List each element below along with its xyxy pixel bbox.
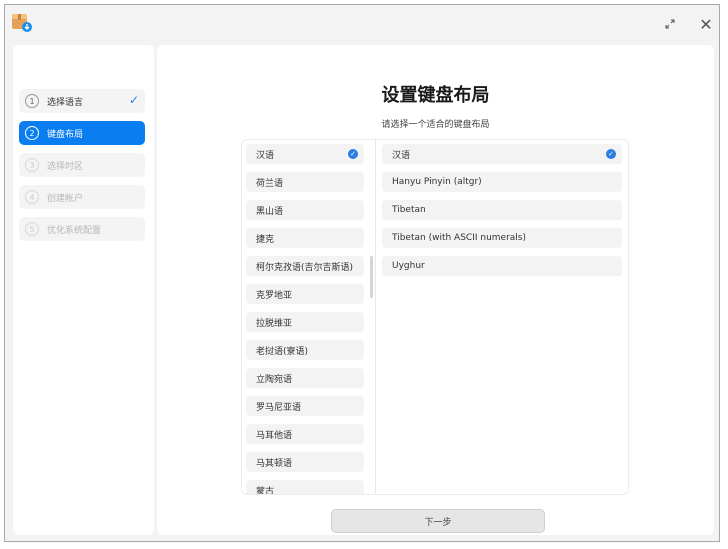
language-item[interactable]: 马耳他语 — [246, 424, 364, 444]
language-label: 捷克 — [256, 234, 275, 245]
check-icon: ✓ — [128, 93, 139, 107]
layout-label: Tibetan (with ASCII numerals) — [392, 233, 526, 243]
step-label: 优化系统配置 — [47, 225, 102, 236]
page-subtitle: 请选择一个适合的键盘布局 — [381, 120, 490, 130]
steps-sidebar: 1 选择语言 ✓ 2 键盘布局 3 选择时区 4 创建帐户 5 优化系统配置 — [13, 45, 154, 535]
step-number: 4 — [25, 190, 39, 204]
step-label: 选择语言 — [47, 97, 84, 108]
installer-window: ✕ 1 选择语言 ✓ 2 键盘布局 3 选择时区 4 创建帐户 5 优化系统配置… — [4, 4, 720, 542]
step-number: 5 — [25, 222, 39, 236]
layout-label: Hanyu Pinyin (altgr) — [392, 177, 482, 187]
main-panel: 设置键盘布局 请选择一个适合的键盘布局 汉语 ✓ 荷兰语 黑山语 捷克 柯尔克孜… — [157, 45, 714, 535]
language-item[interactable]: 马其顿语 — [246, 452, 364, 472]
language-item[interactable]: 立陶宛语 — [246, 368, 364, 388]
language-item[interactable]: 老挝语(寮语) — [246, 340, 364, 360]
language-label: 蒙古 — [256, 486, 275, 495]
step-label: 选择时区 — [47, 161, 84, 172]
language-label: 汉语 — [256, 150, 275, 161]
page-title: 设置键盘布局 — [381, 85, 490, 106]
layout-label: Uyghur — [392, 261, 425, 271]
next-button[interactable]: 下一步 — [331, 509, 545, 533]
step-number: 3 — [25, 158, 39, 172]
language-item[interactable]: 罗马尼亚语 — [246, 396, 364, 416]
installer-app-icon — [11, 11, 33, 33]
selected-check-icon: ✓ — [606, 149, 616, 159]
resize-icon[interactable] — [659, 13, 681, 35]
language-label: 立陶宛语 — [256, 374, 293, 385]
language-label: 荷兰语 — [256, 178, 284, 189]
language-label: 罗马尼亚语 — [256, 402, 302, 413]
layout-item[interactable]: Hanyu Pinyin (altgr) — [382, 172, 622, 192]
title-bar: ✕ — [5, 5, 719, 43]
step-select-timezone: 3 选择时区 — [19, 153, 145, 177]
language-item[interactable]: 汉语 ✓ — [246, 144, 364, 164]
selected-check-icon: ✓ — [348, 149, 358, 159]
language-label: 马其顿语 — [256, 458, 293, 469]
language-item[interactable]: 捷克 — [246, 228, 364, 248]
language-item[interactable]: 柯尔克孜语(吉尔吉斯语) — [246, 256, 364, 276]
language-label: 柯尔克孜语(吉尔吉斯语) — [256, 262, 354, 273]
layout-list[interactable]: 汉语 ✓ Hanyu Pinyin (altgr) Tibetan Tibeta… — [376, 140, 628, 494]
language-label: 克罗地亚 — [256, 290, 293, 301]
layout-label: Tibetan — [392, 205, 426, 215]
layout-item[interactable]: Tibetan (with ASCII numerals) — [382, 228, 622, 248]
step-optimize-config: 5 优化系统配置 — [19, 217, 145, 241]
language-label: 黑山语 — [256, 206, 284, 217]
language-label: 马耳他语 — [256, 430, 293, 441]
language-list[interactable]: 汉语 ✓ 荷兰语 黑山语 捷克 柯尔克孜语(吉尔吉斯语) 克罗地亚 拉脱维亚 老… — [242, 140, 374, 494]
step-label: 键盘布局 — [47, 129, 84, 140]
language-item[interactable]: 克罗地亚 — [246, 284, 364, 304]
step-label: 创建帐户 — [47, 193, 84, 204]
layout-item[interactable]: Uyghur — [382, 256, 622, 276]
step-number: 1 — [25, 94, 39, 108]
step-number: 2 — [25, 126, 39, 140]
keyboard-selection-panel: 汉语 ✓ 荷兰语 黑山语 捷克 柯尔克孜语(吉尔吉斯语) 克罗地亚 拉脱维亚 老… — [241, 139, 629, 495]
language-item[interactable]: 拉脱维亚 — [246, 312, 364, 332]
step-create-account: 4 创建帐户 — [19, 185, 145, 209]
language-list-scrollbar[interactable] — [370, 256, 373, 298]
step-select-language[interactable]: 1 选择语言 ✓ — [19, 89, 145, 113]
layout-item[interactable]: Tibetan — [382, 200, 622, 220]
language-item[interactable]: 黑山语 — [246, 200, 364, 220]
language-item[interactable]: 荷兰语 — [246, 172, 364, 192]
layout-label: 汉语 — [392, 150, 411, 161]
layout-item[interactable]: 汉语 ✓ — [382, 144, 622, 164]
language-label: 老挝语(寮语) — [256, 346, 309, 357]
language-label: 拉脱维亚 — [256, 318, 293, 329]
language-item[interactable]: 蒙古 — [246, 480, 364, 495]
step-keyboard-layout[interactable]: 2 键盘布局 — [19, 121, 145, 145]
close-icon[interactable]: ✕ — [695, 13, 717, 35]
